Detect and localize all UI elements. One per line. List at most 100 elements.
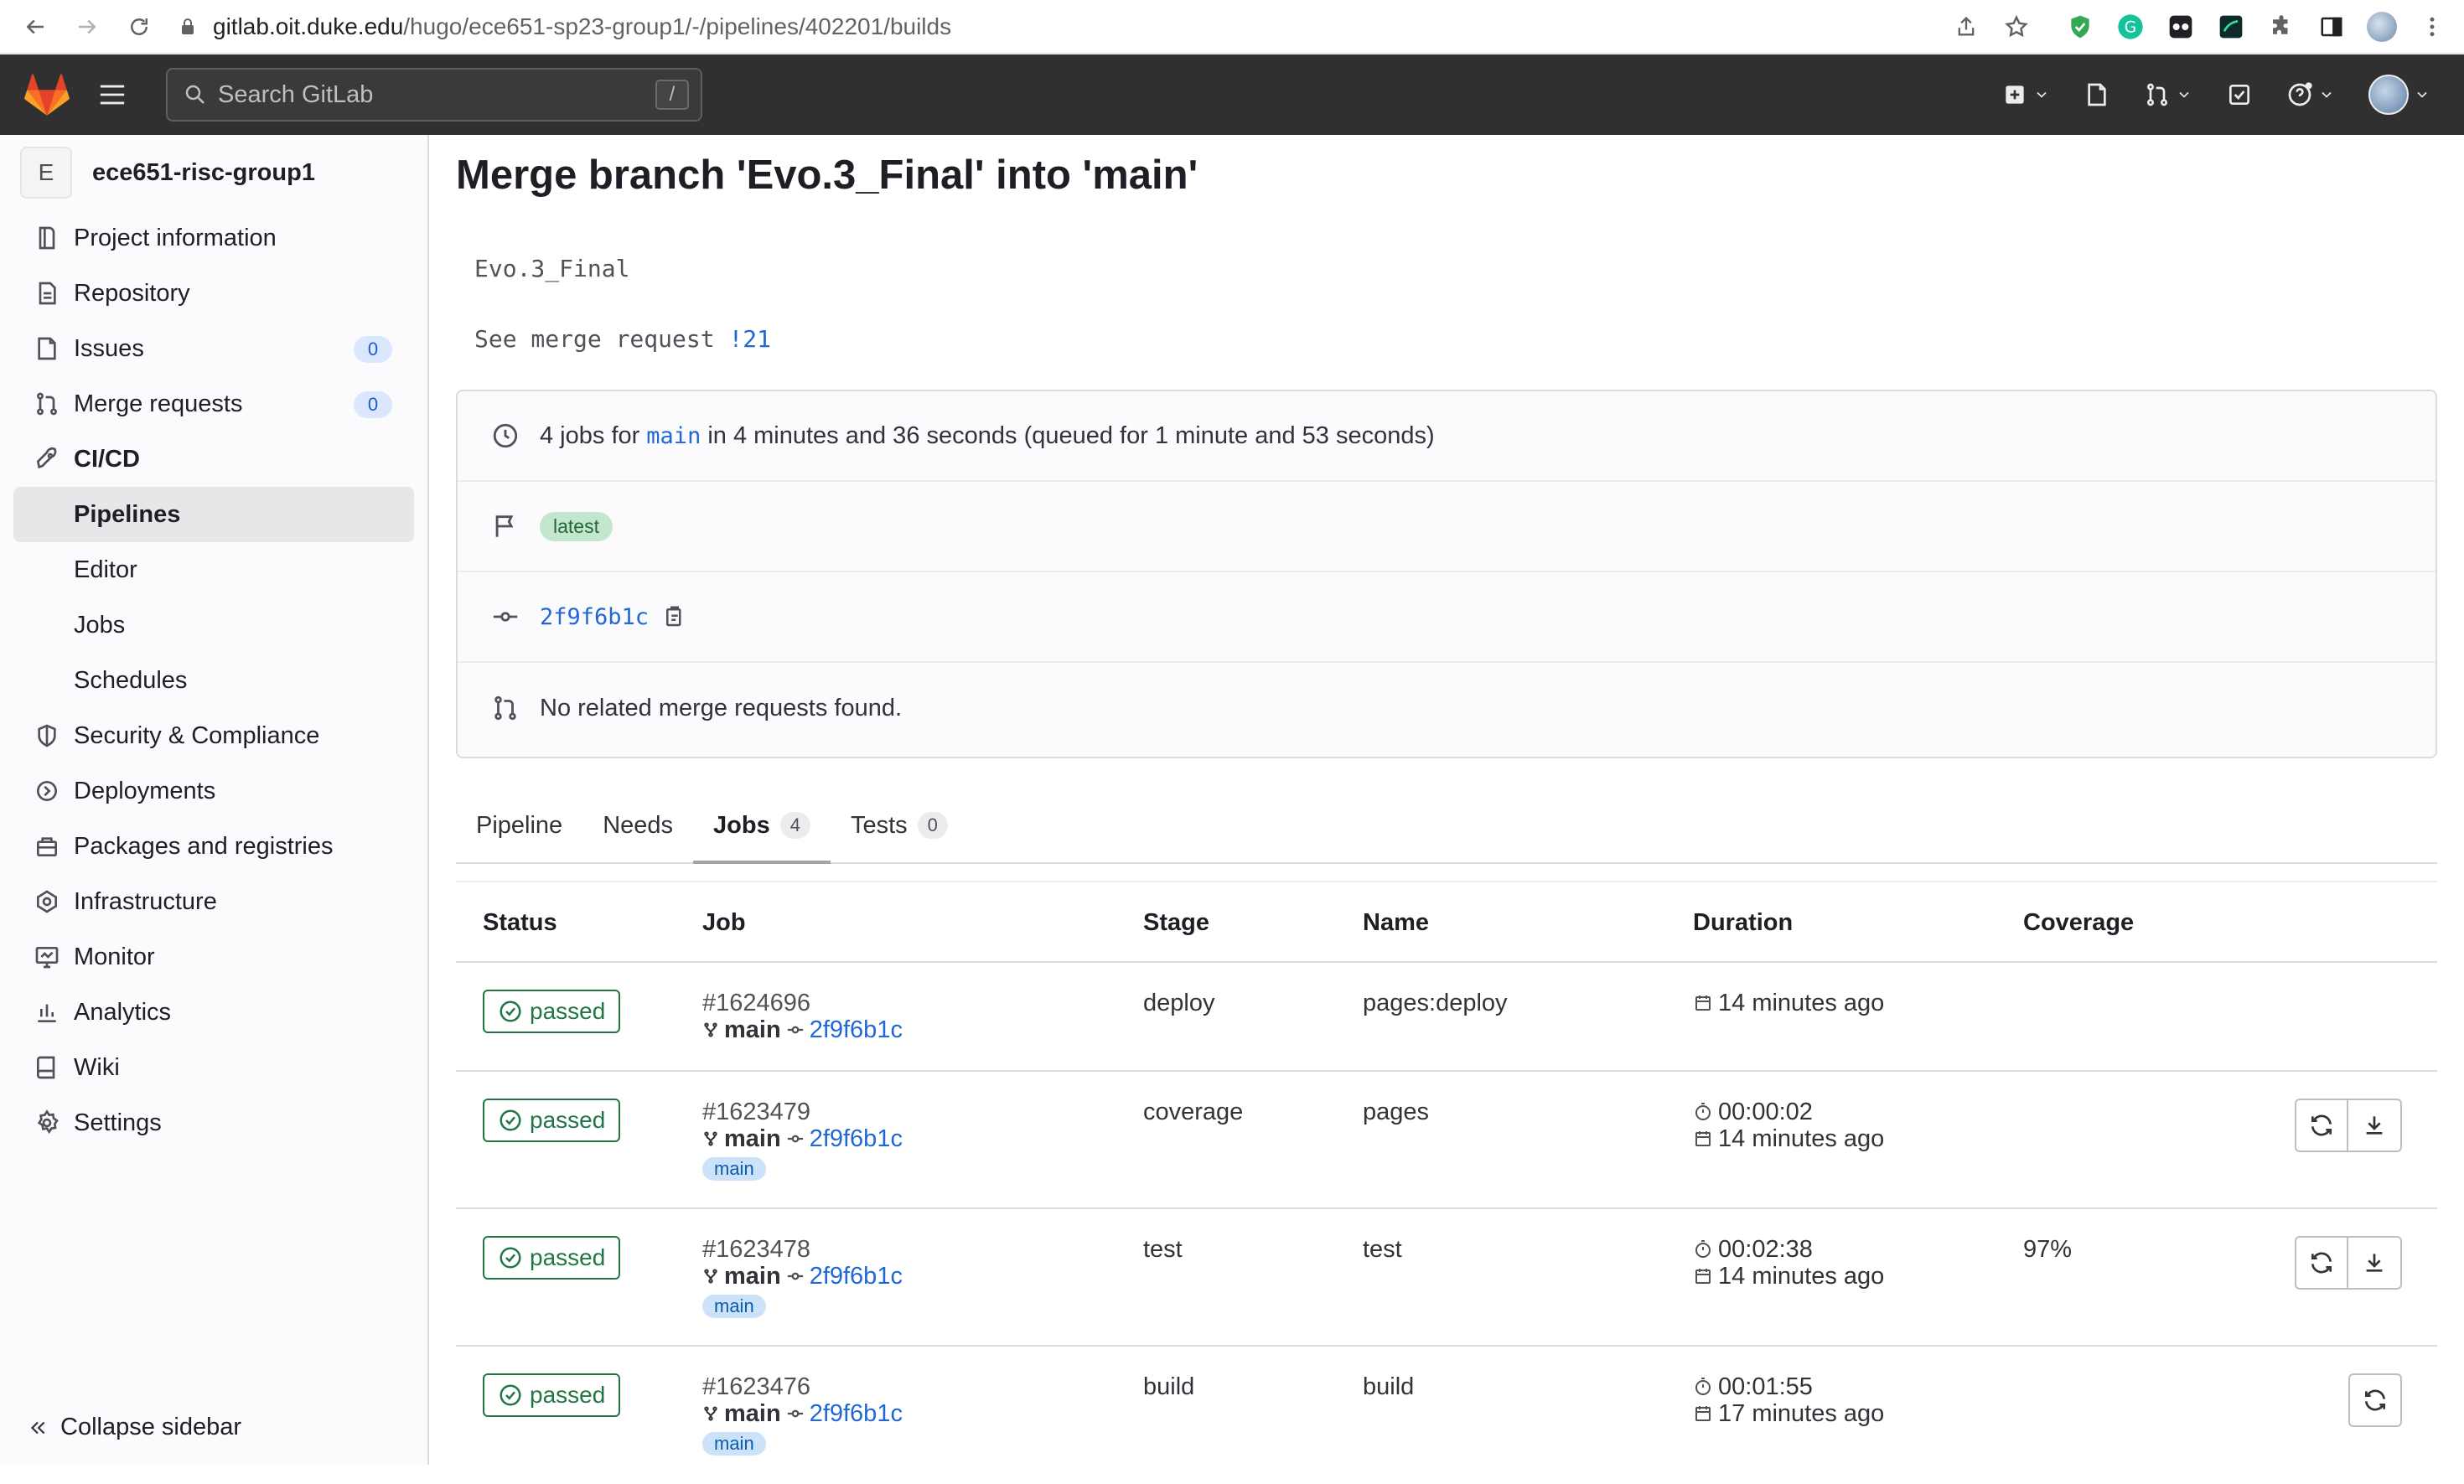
issues-count-badge: 0 bbox=[354, 336, 392, 363]
sidebar-item-analytics[interactable]: Analytics bbox=[0, 985, 427, 1040]
terminal-extension-icon[interactable] bbox=[2216, 12, 2246, 42]
create-new-button[interactable] bbox=[2001, 81, 2050, 108]
status-badge-passed[interactable]: passed bbox=[483, 990, 621, 1033]
bookmark-star-icon[interactable] bbox=[2001, 12, 2032, 42]
shield-extension-icon[interactable] bbox=[2065, 12, 2095, 42]
sidebar-item-label: Deployments bbox=[74, 777, 216, 804]
tab-tests[interactable]: Tests 0 bbox=[831, 789, 968, 862]
status-badge-passed[interactable]: passed bbox=[483, 1373, 621, 1417]
collapse-sidebar-button[interactable]: Collapse sidebar bbox=[27, 1414, 241, 1441]
user-menu-button[interactable] bbox=[2368, 75, 2430, 115]
check-circle-icon bbox=[500, 1247, 521, 1269]
branch-name[interactable]: main bbox=[724, 1400, 781, 1427]
job-finished-time: 14 minutes ago bbox=[1718, 990, 1885, 1016]
branch-name[interactable]: main bbox=[724, 1016, 781, 1043]
sidebar-item-merge-requests[interactable]: Merge requests 0 bbox=[0, 376, 427, 432]
tab-needs[interactable]: Needs bbox=[582, 789, 693, 862]
book-icon bbox=[32, 1052, 62, 1083]
retry-button[interactable] bbox=[2295, 1099, 2348, 1152]
sidebar-item-security[interactable]: Security & Compliance bbox=[0, 708, 427, 763]
merge-request-link[interactable]: !21 bbox=[728, 325, 771, 353]
job-id-link[interactable]: #1623479 bbox=[702, 1099, 903, 1125]
commit-sha-link[interactable]: 2f9f6b1c bbox=[810, 1016, 903, 1043]
merge-requests-button[interactable] bbox=[2144, 81, 2192, 108]
tab-pipeline[interactable]: Pipeline bbox=[456, 789, 582, 862]
table-row: passed #1623478 main 2f9f6b1c main test t… bbox=[456, 1209, 2437, 1347]
branch-icon bbox=[704, 1269, 717, 1284]
commit-icon bbox=[787, 1409, 803, 1418]
sidebar-item-wiki[interactable]: Wiki bbox=[0, 1040, 427, 1095]
download-artifacts-button[interactable] bbox=[2348, 1099, 2402, 1152]
reload-icon[interactable] bbox=[122, 10, 156, 44]
timer-icon bbox=[1695, 1378, 1711, 1395]
retry-icon bbox=[2311, 1114, 2332, 1136]
help-button[interactable] bbox=[2286, 81, 2335, 108]
double-chevron-left-icon bbox=[30, 1421, 45, 1434]
job-id-link[interactable]: #1624696 bbox=[702, 990, 903, 1016]
sidebar-item-pipelines[interactable]: Pipelines bbox=[13, 487, 414, 542]
sidebar-item-repository[interactable]: Repository bbox=[0, 266, 427, 321]
job-stage: deploy bbox=[1143, 990, 1215, 1016]
sidebar-item-cicd[interactable]: CI/CD bbox=[0, 432, 427, 487]
sidebar-item-infrastructure[interactable]: Infrastructure bbox=[0, 874, 427, 929]
ref-link[interactable]: main bbox=[646, 423, 701, 449]
retry-button[interactable] bbox=[2348, 1373, 2402, 1427]
cloud-icon bbox=[32, 887, 62, 917]
job-duration: 00:01:55 bbox=[1718, 1373, 1813, 1400]
commit-sha-link[interactable]: 2f9f6b1c bbox=[810, 1400, 903, 1427]
retry-button[interactable] bbox=[2295, 1236, 2348, 1290]
branch-name[interactable]: main bbox=[724, 1263, 781, 1290]
calendar-icon bbox=[1695, 1269, 1711, 1284]
status-badge-passed[interactable]: passed bbox=[483, 1099, 621, 1142]
sidebar-item-issues[interactable]: Issues 0 bbox=[0, 321, 427, 376]
sidebar-item-packages[interactable]: Packages and registries bbox=[0, 819, 427, 874]
branch-name[interactable]: main bbox=[724, 1125, 781, 1152]
address-bar[interactable]: gitlab.oit.duke.edu/hugo/ece651-sp23-gro… bbox=[213, 13, 951, 40]
todo-icon bbox=[2229, 85, 2249, 105]
project-header[interactable]: E ece651-risc-group1 bbox=[0, 135, 427, 210]
search-shortcut-key: / bbox=[655, 80, 689, 110]
sidebar-item-deployments[interactable]: Deployments bbox=[0, 763, 427, 819]
timer-icon bbox=[1695, 1103, 1711, 1120]
sidebar-item-project-information[interactable]: Project information bbox=[0, 210, 427, 266]
job-id-link[interactable]: #1623478 bbox=[702, 1236, 903, 1263]
search-input[interactable]: Search GitLab / bbox=[166, 68, 702, 122]
jobs-table: Status Job Stage Name Duration Coverage … bbox=[456, 881, 2437, 1484]
calendar-icon bbox=[1695, 1406, 1711, 1421]
profile-avatar[interactable] bbox=[2367, 12, 2397, 42]
job-id-link[interactable]: #1623476 bbox=[702, 1373, 903, 1400]
no-merge-requests-text: No related merge requests found. bbox=[540, 694, 903, 721]
side-panel-icon[interactable] bbox=[2316, 12, 2347, 42]
chart-icon bbox=[32, 997, 62, 1027]
copy-icon[interactable] bbox=[662, 604, 687, 629]
mask-extension-icon[interactable] bbox=[2166, 12, 2196, 42]
issues-icon bbox=[2088, 83, 2106, 106]
commit-sha-link[interactable]: 2f9f6b1c bbox=[810, 1125, 903, 1152]
pipeline-info-card: 4 jobs for main in 4 minutes and 36 seco… bbox=[456, 390, 2437, 758]
issues-button[interactable] bbox=[2084, 81, 2110, 108]
download-artifacts-button[interactable] bbox=[2348, 1236, 2402, 1290]
sidebar-item-monitor[interactable]: Monitor bbox=[0, 929, 427, 985]
tab-jobs[interactable]: Jobs 4 bbox=[693, 789, 831, 864]
sidebar-item-schedules[interactable]: Schedules bbox=[0, 653, 427, 708]
status-badge-passed[interactable]: passed bbox=[483, 1236, 621, 1280]
back-icon[interactable] bbox=[18, 10, 52, 44]
commit-sha-link[interactable]: 2f9f6b1c bbox=[810, 1263, 903, 1290]
sidebar-item-settings[interactable]: Settings bbox=[0, 1095, 427, 1150]
commit-sha-link[interactable]: 2f9f6b1c bbox=[540, 604, 649, 630]
sidebar-item-editor[interactable]: Editor bbox=[0, 542, 427, 597]
commit-icon bbox=[787, 1272, 803, 1280]
share-icon[interactable] bbox=[1951, 12, 1981, 42]
hamburger-menu-icon[interactable] bbox=[94, 76, 131, 113]
puzzle-extensions-icon[interactable] bbox=[2266, 12, 2296, 42]
browser-menu-icon[interactable] bbox=[2417, 12, 2447, 42]
description-text: See merge request bbox=[474, 325, 729, 353]
gitlab-logo-icon[interactable] bbox=[0, 74, 94, 116]
check-circle-icon bbox=[500, 1384, 521, 1406]
forward-icon[interactable] bbox=[70, 10, 104, 44]
sidebar-item-jobs[interactable]: Jobs bbox=[0, 597, 427, 653]
issues-icon bbox=[32, 334, 62, 364]
todos-button[interactable] bbox=[2226, 81, 2253, 108]
grammarly-icon[interactable]: G bbox=[2115, 12, 2146, 42]
sidebar-item-label: Issues bbox=[74, 334, 144, 362]
